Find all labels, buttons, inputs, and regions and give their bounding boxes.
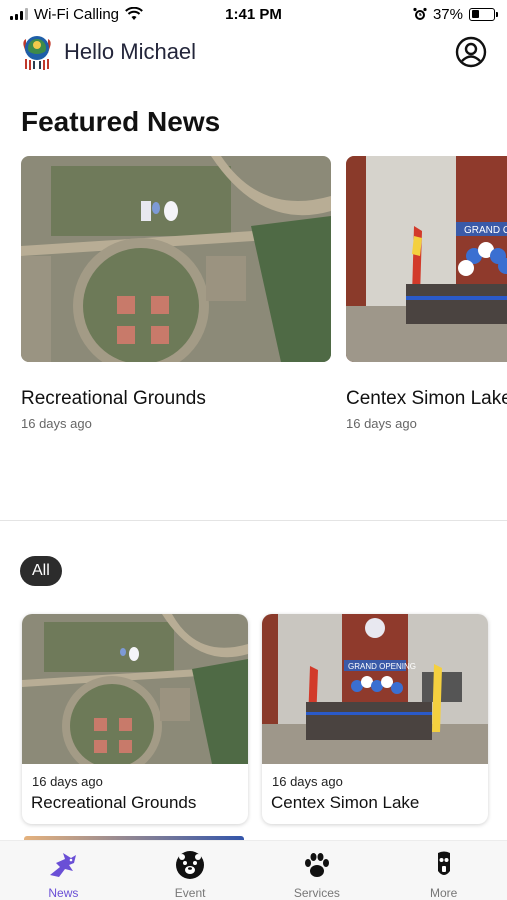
news-card-title: Centex Simon Lake [271,793,420,812]
battery-icon [469,7,498,21]
status-left: Wi-Fi Calling [10,6,143,23]
news-bird-icon [50,853,77,877]
grand-opening-photo: GRAND OPENING [262,614,488,764]
mask-icon [437,851,450,875]
featured-card[interactable]: Recreational Grounds 16 days ago [21,156,331,431]
tab-news[interactable]: News [0,841,127,900]
tab-services-label: Services [293,886,340,900]
aerial-field-photo [21,156,331,362]
news-card-time: 16 days ago [272,774,343,789]
featured-card-title: Recreational Grounds [21,388,206,409]
svg-text:GRAND O: GRAND O [464,225,507,236]
profile-icon[interactable] [455,36,487,68]
tab-news-label: News [48,886,79,900]
grand-opening-photo: GRAND O [346,156,507,362]
news-card[interactable]: GRAND OPENING 16 days ago Centex Simon L… [262,614,488,824]
carrier-label: Wi-Fi Calling [34,5,120,23]
featured-card-time: 16 days ago [21,416,92,431]
featured-card[interactable]: GRAND O Centex Simon Lake 16 days ago [346,156,507,431]
tab-more-label: More [429,886,458,900]
greeting-title: Hello Michael [64,39,197,64]
paw-icon [304,853,329,877]
news-card[interactable]: 16 days ago Recreational Grounds [22,614,248,824]
tab-services[interactable]: Services [254,841,381,900]
app-header: Hello Michael [0,28,507,76]
battery-percent: 37% [432,5,463,23]
news-card-title: Recreational Grounds [31,793,197,812]
featured-carousel[interactable]: Recreational Grounds 16 days ago GRAND O [0,156,507,446]
status-right: 37% [413,5,498,23]
alarm-icon [413,7,427,20]
svg-text:GRAND OPENING: GRAND OPENING [348,662,416,671]
battery-fill [471,10,480,18]
section-divider [0,520,507,521]
filter-chip-all[interactable]: All [20,556,62,586]
cell-signal-icon [10,8,28,20]
bottom-tab-bar: News Event Services More [0,840,507,900]
tab-event-label: Event [174,886,206,900]
featured-news-heading: Featured News [21,106,221,137]
status-bar: Wi-Fi Calling 1:41 PM 37% [0,0,507,28]
clock: 1:41 PM [225,5,282,23]
news-card-time: 16 days ago [32,774,103,789]
community-seal-logo [23,36,51,70]
tab-event[interactable]: Event [127,841,254,900]
featured-card-time: 16 days ago [346,416,417,431]
tab-more[interactable]: More [380,841,507,900]
bear-icon [176,851,205,879]
wifi-icon [125,7,143,20]
featured-card-title: Centex Simon Lake [346,388,507,409]
aerial-field-photo [22,614,248,776]
